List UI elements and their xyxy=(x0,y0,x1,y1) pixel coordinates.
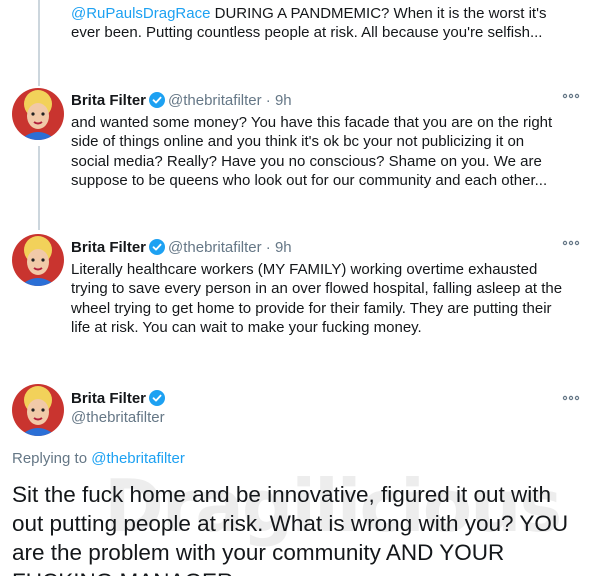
tweet-line: FUCKING MANAGER xyxy=(12,567,582,576)
tweet-line: out putting people at risk. What is wron… xyxy=(12,511,569,536)
tweet-text: and wanted some money? You have this fac… xyxy=(71,113,576,190)
handle[interactable]: @thebritafilter xyxy=(71,408,165,428)
tweet-line: and wanted some money? You have this fac… xyxy=(71,114,553,131)
fragment-line1: DURING A PANDMEMIC? When it is the worst… xyxy=(210,5,547,22)
main-tweet-text: Sit the fuck home and be innovative, fig… xyxy=(12,480,582,576)
timestamp[interactable]: 9h xyxy=(275,92,292,109)
verified-badge-icon xyxy=(149,92,166,114)
tweet-header: Brita Filter @thebritafilter · 9h xyxy=(71,91,292,111)
display-name[interactable]: Brita Filter xyxy=(71,92,146,109)
fragment-line2: ever been. Putting countless people at r… xyxy=(71,24,543,42)
verified-badge-icon xyxy=(149,239,166,261)
replying-to-mention-link[interactable]: @thebritafilter xyxy=(91,450,185,467)
rupaul-mention-link[interactable]: @RuPaulsDragRace xyxy=(71,5,210,22)
replying-to: Replying to @thebritafilter xyxy=(12,450,185,467)
avatar[interactable] xyxy=(12,234,64,286)
tweet-header: Brita Filter @thebritafilter · 9h xyxy=(71,238,292,258)
replying-to-label: Replying to xyxy=(12,450,92,467)
tweet-line: Sit the fuck home and be innovative, fig… xyxy=(12,482,552,507)
tweet-line: Literally healthcare workers (MY FAMILY)… xyxy=(71,261,538,278)
tweet-line: trying to save every person in an over f… xyxy=(71,280,563,298)
separator-dot: · xyxy=(265,239,271,256)
timestamp[interactable]: 9h xyxy=(275,239,292,256)
avatar[interactable] xyxy=(12,88,64,140)
tweet-line: are the problem with your community AND … xyxy=(12,540,505,565)
tweet-line: life at risk. You can wait to make your … xyxy=(71,318,422,336)
handle[interactable]: @thebritafilter xyxy=(168,239,262,256)
display-name[interactable]: Brita Filter xyxy=(71,239,146,256)
previous-tweet-fragment: @RuPaulsDragRace DURING A PANDMEMIC? Whe… xyxy=(71,4,576,43)
thread-line-top xyxy=(38,0,40,86)
more-dots-icon[interactable] xyxy=(562,235,580,252)
tweet-line: suppose to be queens who look out for ou… xyxy=(71,171,548,189)
avatar[interactable] xyxy=(12,384,64,436)
tweet-line: wheel trying to get home to provide for … xyxy=(71,299,552,317)
more-dots-icon[interactable] xyxy=(562,88,580,105)
tweet-line: social media? Really? Have you no consci… xyxy=(71,152,542,170)
more-dots-icon[interactable] xyxy=(562,390,580,407)
tweet-text: Literally healthcare workers (MY FAMILY)… xyxy=(71,260,576,337)
handle[interactable]: @thebritafilter xyxy=(168,92,262,109)
display-name[interactable]: Brita Filter xyxy=(71,390,146,407)
tweet-line: side of things online and you think it's… xyxy=(71,133,525,151)
thread-line-middle xyxy=(38,146,40,230)
separator-dot: · xyxy=(265,92,271,109)
